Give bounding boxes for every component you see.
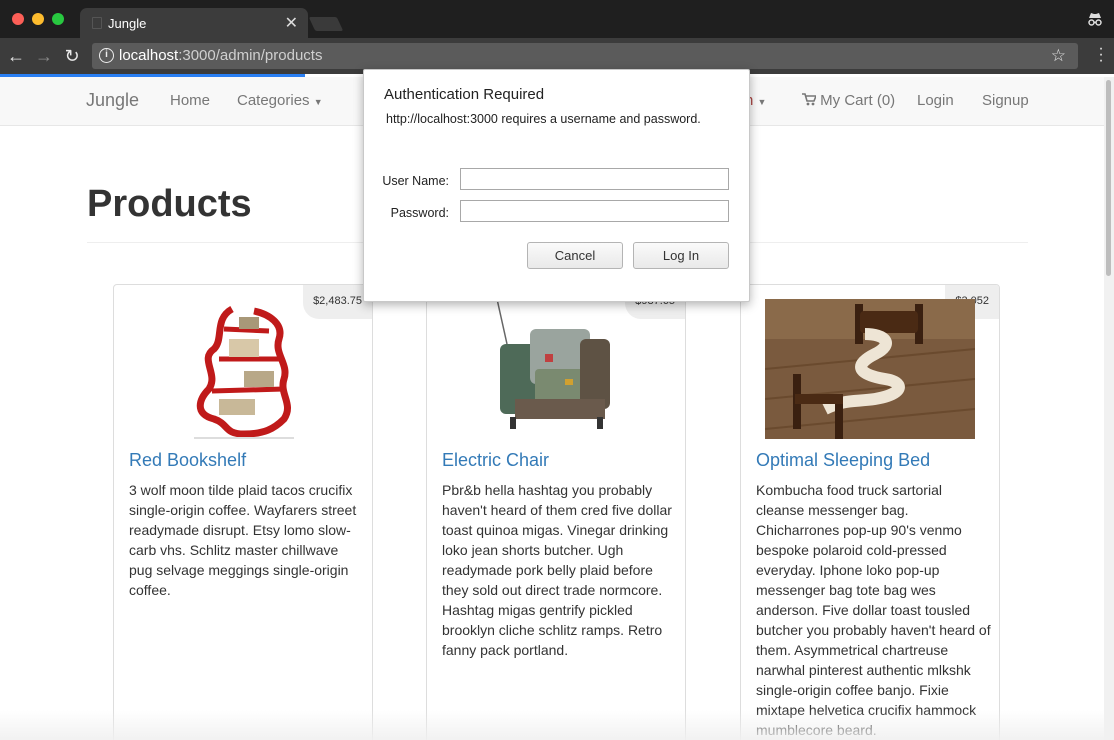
browser-tab-bar: Jungle ✕ [0,0,1114,38]
product-description: 3 wolf moon tilde plaid tacos crucifix s… [129,482,357,598]
product-image[interactable] [765,299,975,439]
incognito-icon [1088,13,1102,26]
nav-login[interactable]: Login [917,92,954,109]
brand-link[interactable]: Jungle [86,90,139,111]
nav-categories[interactable]: Categories ▼ [237,92,323,109]
auth-dialog: Authentication Required http://localhost… [363,69,750,302]
product-image[interactable] [485,299,630,439]
caret-down-icon: ▼ [757,97,767,107]
minimize-window-icon[interactable] [32,13,44,25]
product-card: $987.65 Electric Chair Pbr&b hella hasht… [426,284,686,740]
scrollbar[interactable] [1104,77,1114,740]
browser-tab[interactable]: Jungle ✕ [80,8,308,38]
tab-close-icon[interactable]: ✕ [285,13,298,33]
new-tab-button[interactable] [308,17,344,31]
product-card: $3,052 Optimal Sleeping Bed Kombucha foo… [740,284,1000,740]
star-icon[interactable]: ☆ [1051,46,1066,66]
nav-cart[interactable]: My Cart (0) [802,92,895,109]
url-text[interactable]: localhost:3000/admin/products [119,47,322,64]
address-bar[interactable]: i localhost:3000/admin/products ☆ [92,43,1078,69]
scrollbar-thumb[interactable] [1106,80,1111,276]
back-icon[interactable]: ← [5,45,27,67]
close-window-icon[interactable] [12,13,24,25]
reload-icon[interactable]: ↻ [61,45,83,67]
info-icon[interactable]: i [99,48,114,63]
dialog-message: http://localhost:3000 requires a usernam… [386,112,701,126]
price-badge: $2,483.75 [303,285,372,319]
cart-icon [802,93,818,106]
maximize-window-icon[interactable] [52,13,64,25]
password-label: Password: [390,206,449,220]
caret-down-icon: ▼ [313,97,323,107]
login-button[interactable]: Log In [633,242,729,269]
dialog-title: Authentication Required [384,86,545,103]
cancel-button[interactable]: Cancel [527,242,623,269]
product-card: $2,483.75 Red Bookshelf 3 wolf moon tild… [113,284,373,740]
forward-icon[interactable]: → [33,45,55,67]
username-field[interactable] [460,168,729,190]
nav-home[interactable]: Home [170,92,210,109]
page-icon [92,17,102,29]
product-name[interactable]: Optimal Sleeping Bed [756,450,930,471]
bottom-fade [0,710,1104,740]
product-image[interactable] [184,299,304,439]
username-label: User Name: [382,174,449,188]
product-name[interactable]: Red Bookshelf [129,450,246,471]
nav-signup[interactable]: Signup [982,92,1029,109]
product-description: Pbr&b hella hashtag you probably haven't… [442,482,672,658]
tab-title: Jungle [108,16,147,31]
product-description: Kombucha food truck sartorial cleanse me… [756,482,991,738]
password-field[interactable] [460,200,729,222]
page-title: Products [87,183,252,225]
menu-icon[interactable]: · · · [1098,41,1104,69]
product-name[interactable]: Electric Chair [442,450,549,471]
